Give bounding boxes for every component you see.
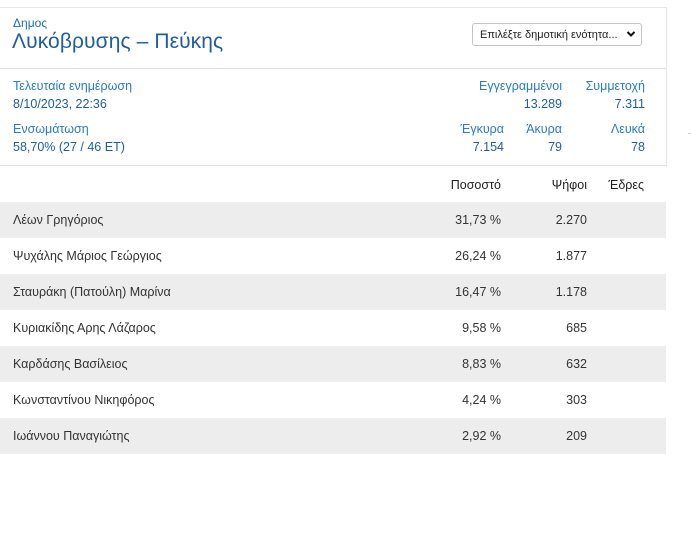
candidate-votes: 209 xyxy=(566,429,587,443)
column-header-percent[interactable]: Ποσοστό xyxy=(451,178,501,192)
municipality-eyebrow: Δημος xyxy=(13,16,48,30)
turnout-value: 7.311 xyxy=(614,97,645,111)
table-row: Ψυχάλης Μάριος Γεώργιος 26,24 % 1.877 xyxy=(0,238,666,274)
column-header-seats[interactable]: Έδρες xyxy=(609,178,644,192)
valid-value: 7.154 xyxy=(472,140,504,154)
candidate-percent: 2,92 % xyxy=(462,429,501,443)
registered-label: Εγγεγραμμένοι xyxy=(479,79,562,93)
page-title: Λυκόβρυσης – Πεύκης xyxy=(12,30,224,53)
results-table: Ποσοστό Ψήφοι Έδρες Λέων Γρηγόριος 31,73… xyxy=(0,166,666,454)
table-row: Καρδάσης Βασίλειος 8,83 % 632 xyxy=(0,346,666,382)
stats-panel: Τελευταία ενημέρωση 8/10/2023, 22:36 Εγγ… xyxy=(0,69,666,166)
last-update-value: 8/10/2023, 22:36 xyxy=(13,97,107,111)
table-row: Ιωάννου Παναγιώτης 2,92 % 209 xyxy=(0,418,666,454)
candidate-name: Κωνσταντίνου Νικηφόρος xyxy=(13,393,155,407)
blank-label: Λευκά xyxy=(610,122,645,136)
candidate-percent: 4,24 % xyxy=(462,393,501,407)
candidate-votes: 632 xyxy=(566,357,587,371)
candidate-percent: 31,73 % xyxy=(455,213,501,227)
candidate-votes: 685 xyxy=(566,321,587,335)
candidate-votes: 1.178 xyxy=(555,285,587,299)
column-header-votes[interactable]: Ψήφοι xyxy=(552,178,587,192)
candidate-percent: 16,47 % xyxy=(455,285,501,299)
right-divider xyxy=(666,7,667,167)
candidate-name: Σταυράκη (Πατούλη) Μαρίνα xyxy=(13,285,171,299)
invalid-value: 79 xyxy=(548,140,562,154)
blank-value: 78 xyxy=(631,140,645,154)
candidate-name: Καρδάσης Βασίλειος xyxy=(13,357,128,371)
last-update-label: Τελευταία ενημέρωση xyxy=(13,79,133,93)
candidate-name: Ιωάννου Παναγιώτης xyxy=(13,429,130,443)
registered-value: 13.289 xyxy=(523,97,562,111)
valid-label: Έγκυρα xyxy=(460,122,504,136)
municipal-unit-select-value: Επιλέξτε δημοτική ενότητα... xyxy=(480,28,618,41)
candidate-percent: 8,83 % xyxy=(462,357,501,371)
turnout-label: Συμμετοχή xyxy=(585,79,645,93)
table-row: Κωνσταντίνου Νικηφόρος 4,24 % 303 xyxy=(0,382,666,418)
candidate-percent: 9,58 % xyxy=(462,321,501,335)
table-row: Κυριακίδης Αρης Λάζαρος 9,58 % 685 xyxy=(0,310,666,346)
invalid-label: Άκυρα xyxy=(526,122,562,136)
table-row: Λέων Γρηγόριος 31,73 % 2.270 xyxy=(0,202,666,238)
chevron-down-icon xyxy=(626,31,636,37)
candidate-name: Κυριακίδης Αρης Λάζαρος xyxy=(13,321,156,335)
integration-label: Ενσωμάτωση xyxy=(13,122,89,136)
candidate-name: Ψυχάλης Μάριος Γεώργιος xyxy=(13,249,162,263)
candidate-votes: 2.270 xyxy=(555,213,587,227)
candidate-votes: 1.877 xyxy=(555,249,587,263)
candidate-name: Λέων Γρηγόριος xyxy=(13,213,104,227)
table-row: Σταυράκη (Πατούλη) Μαρίνα 16,47 % 1.178 xyxy=(0,274,666,310)
integration-value: 58,70% (27 / 46 ΕΤ) xyxy=(13,140,125,154)
results-header: Δημος Λυκόβρυσης – Πεύκης Επιλέξτε δημοτ… xyxy=(0,8,666,69)
candidate-votes: 303 xyxy=(566,393,587,407)
candidate-percent: 26,24 % xyxy=(455,249,501,263)
municipal-unit-select[interactable]: Επιλέξτε δημοτική ενότητα... xyxy=(472,23,642,46)
table-header: Ποσοστό Ψήφοι Έδρες xyxy=(0,166,666,202)
